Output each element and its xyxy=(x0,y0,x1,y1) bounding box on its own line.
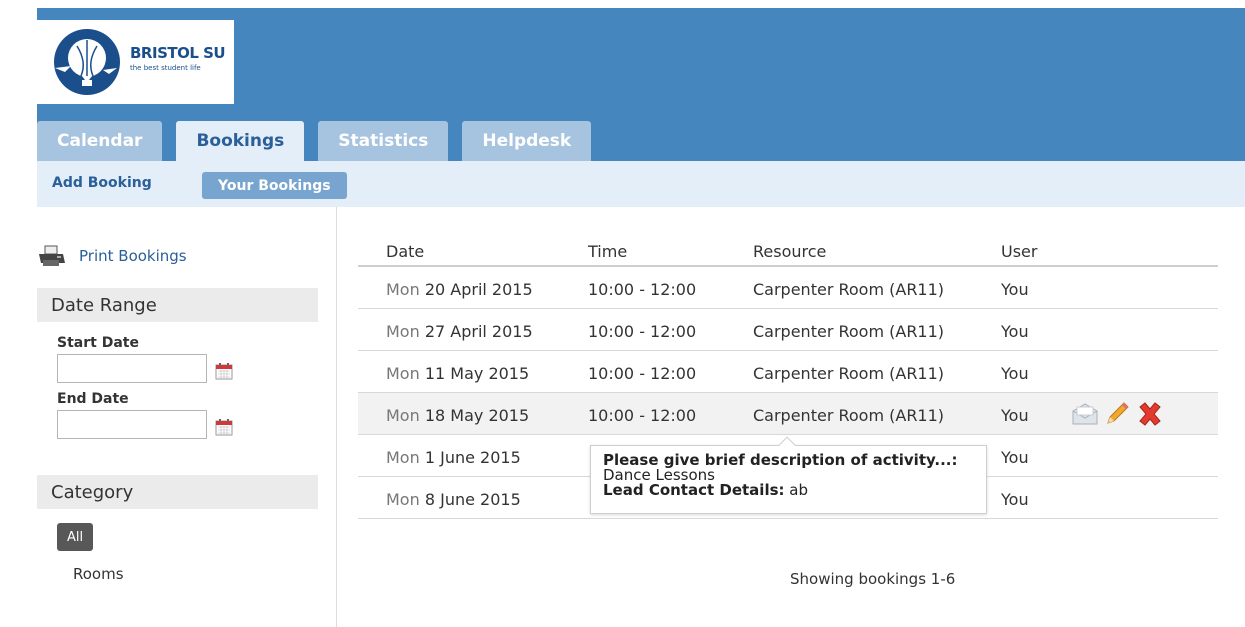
table-row[interactable]: Mon 11 May 2015 10:00 - 12:00 Carpenter … xyxy=(358,351,1218,393)
tab-calendar[interactable]: Calendar xyxy=(37,121,163,161)
date-value: 18 May 2015 xyxy=(424,406,530,425)
print-bookings-link[interactable]: Print Bookings xyxy=(37,245,187,267)
column-header-time[interactable]: Time xyxy=(588,242,627,261)
sub-navigation: Add Booking Your Bookings xyxy=(37,161,1245,207)
column-header-user[interactable]: User xyxy=(1001,242,1037,261)
resource-cell: Carpenter Room (AR11) xyxy=(753,406,945,425)
pagination-status: Showing bookings 1-6 xyxy=(790,570,956,588)
add-booking-link[interactable]: Add Booking xyxy=(52,175,152,191)
category-all-button[interactable]: All xyxy=(57,523,94,551)
start-date-input[interactable] xyxy=(57,354,207,383)
time-cell: 10:00 - 12:00 xyxy=(588,364,697,383)
date-value: 11 May 2015 xyxy=(424,364,530,383)
table-row[interactable]: Mon 27 April 2015 10:00 - 12:00 Carpente… xyxy=(358,309,1218,351)
column-header-date[interactable]: Date xyxy=(386,242,424,261)
date-value: 1 June 2015 xyxy=(424,448,521,467)
booking-details-tooltip: Please give brief description of activit… xyxy=(590,436,987,514)
user-cell: You xyxy=(1001,490,1029,509)
calendar-icon[interactable] xyxy=(215,362,233,380)
date-cell: Mon 1 June 2015 xyxy=(386,448,521,467)
lead-contact-value: ab xyxy=(789,481,809,499)
date-cell: Mon 20 April 2015 xyxy=(386,280,533,299)
printer-icon xyxy=(39,245,65,266)
your-bookings-button[interactable]: Your Bookings xyxy=(202,172,347,199)
table-row[interactable]: Mon 18 May 2015 10:00 - 12:00 Carpenter … xyxy=(358,393,1218,435)
end-date-input[interactable] xyxy=(57,410,207,439)
print-bookings-label: Print Bookings xyxy=(79,247,187,265)
day-name: Mon xyxy=(386,322,420,341)
day-name: Mon xyxy=(386,490,420,509)
table-row[interactable]: Mon 20 April 2015 10:00 - 12:00 Carpente… xyxy=(358,267,1218,309)
tab-label: Bookings xyxy=(196,131,285,151)
tab-bookings[interactable]: Bookings xyxy=(176,121,305,161)
email-icon[interactable] xyxy=(1072,403,1098,425)
site-header: BRISTOL SU the best student life Calenda… xyxy=(37,8,1245,161)
date-value: 20 April 2015 xyxy=(424,280,533,299)
tab-helpdesk[interactable]: Helpdesk xyxy=(462,121,592,161)
date-value: 27 April 2015 xyxy=(424,322,533,341)
day-name: Mon xyxy=(386,280,420,299)
brand-subtitle: the best student life xyxy=(130,64,201,72)
category-header: Category xyxy=(37,475,318,509)
day-name: Mon xyxy=(386,406,420,425)
date-range-header: Date Range xyxy=(37,288,318,322)
date-cell: Mon 8 June 2015 xyxy=(386,490,521,509)
date-value: 8 June 2015 xyxy=(424,490,521,509)
delete-icon[interactable] xyxy=(1136,401,1164,427)
row-actions xyxy=(1072,401,1164,427)
start-date-label: Start Date xyxy=(57,335,139,351)
tab-label: Helpdesk xyxy=(482,131,572,151)
time-cell: 10:00 - 12:00 xyxy=(588,406,697,425)
time-cell: 10:00 - 12:00 xyxy=(588,280,697,299)
edit-pencil-icon[interactable] xyxy=(1104,401,1130,427)
user-cell: You xyxy=(1001,364,1029,383)
user-cell: You xyxy=(1001,280,1029,299)
resource-cell: Carpenter Room (AR11) xyxy=(753,322,945,341)
tab-label: Calendar xyxy=(57,131,143,151)
time-cell: 10:00 - 12:00 xyxy=(588,322,697,341)
sidebar: Print Bookings Date Range Start Date End… xyxy=(37,207,337,627)
logo[interactable]: BRISTOL SU the best student life xyxy=(37,20,234,104)
day-name: Mon xyxy=(386,364,420,383)
table-header: Date Time Resource User xyxy=(358,227,1218,267)
date-cell: Mon 11 May 2015 xyxy=(386,364,529,383)
resource-cell: Carpenter Room (AR11) xyxy=(753,280,945,299)
user-cell: You xyxy=(1001,322,1029,341)
user-cell: You xyxy=(1001,448,1029,467)
main-tabs: Calendar Bookings Statistics Helpdesk xyxy=(37,121,592,161)
tab-label: Statistics xyxy=(338,131,429,151)
lead-contact-label: Lead Contact Details: xyxy=(603,481,785,499)
brand-title: BRISTOL SU xyxy=(130,44,226,62)
category-rooms-link[interactable]: Rooms xyxy=(73,565,124,583)
end-date-label: End Date xyxy=(57,391,129,407)
tab-statistics[interactable]: Statistics xyxy=(318,121,449,161)
day-name: Mon xyxy=(386,448,420,467)
date-cell: Mon 18 May 2015 xyxy=(386,406,529,425)
balloon-logo-icon xyxy=(54,29,120,95)
user-cell: You xyxy=(1001,406,1029,425)
column-header-resource[interactable]: Resource xyxy=(753,242,826,261)
date-cell: Mon 27 April 2015 xyxy=(386,322,533,341)
resource-cell: Carpenter Room (AR11) xyxy=(753,364,945,383)
calendar-icon[interactable] xyxy=(215,418,233,436)
